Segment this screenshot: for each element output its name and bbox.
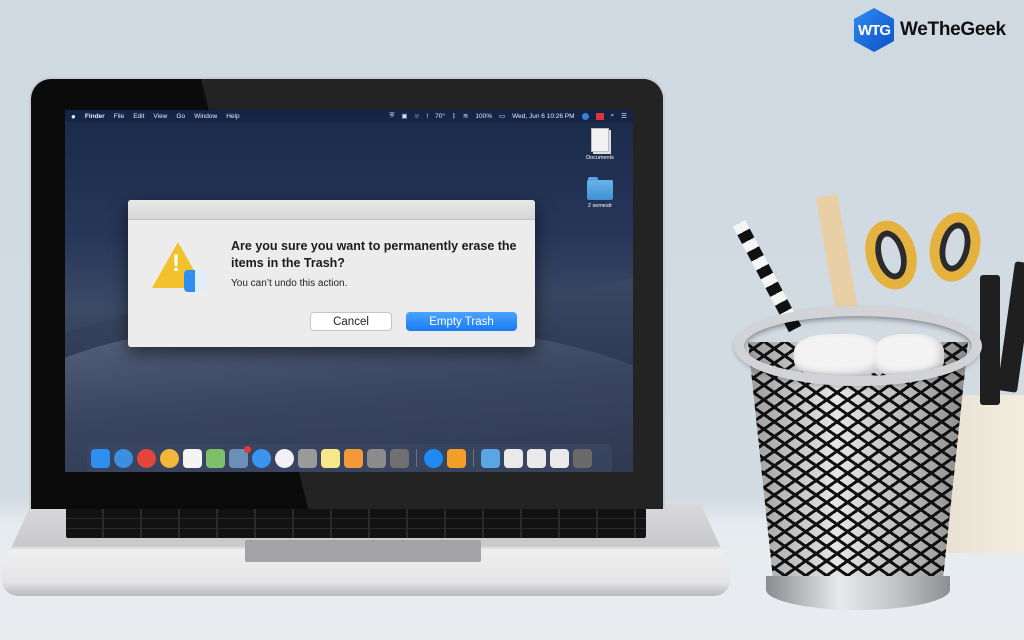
search-icon[interactable]: ⌕ bbox=[611, 112, 615, 120]
temperature-readout[interactable]: 70° bbox=[435, 113, 445, 120]
dock-item-notes[interactable] bbox=[321, 448, 340, 468]
shield-icon[interactable]: ⛨ bbox=[389, 112, 394, 120]
laptop-keyboard bbox=[66, 508, 646, 538]
dialog-titlebar bbox=[128, 200, 535, 220]
dock-item-itunes[interactable] bbox=[275, 448, 294, 468]
desktop-icon-folder[interactable]: 2 semestr bbox=[575, 177, 625, 209]
trash-can-base bbox=[766, 576, 950, 610]
dock-item-pages[interactable] bbox=[344, 448, 363, 468]
dock-item-messages[interactable] bbox=[252, 448, 271, 468]
laptop-lid: ● Finder File Edit View Go Window Help ⛨… bbox=[29, 77, 665, 509]
brand-logo: WTG WeTheGeek bbox=[854, 8, 1006, 52]
empty-trash-button[interactable]: Empty Trash bbox=[406, 312, 517, 331]
menu-bar: ● Finder File Edit View Go Window Help ⛨… bbox=[65, 110, 633, 122]
warning-finder-icon: ! bbox=[152, 242, 208, 294]
dock-item-maps[interactable] bbox=[206, 448, 225, 468]
menu-help[interactable]: Help bbox=[226, 113, 239, 120]
menu-go[interactable]: Go bbox=[176, 113, 185, 120]
flag-icon[interactable] bbox=[595, 112, 604, 120]
menu-app-name[interactable]: Finder bbox=[85, 113, 105, 120]
dock-item-calendar[interactable] bbox=[183, 448, 202, 468]
dialog-message: You can’t undo this action. bbox=[231, 278, 348, 289]
bluetooth-icon[interactable]: ᛒ bbox=[452, 113, 456, 120]
dock-item-safari[interactable] bbox=[114, 448, 133, 468]
list-icon[interactable]: ☰ bbox=[621, 112, 627, 120]
dock-item-app-store[interactable] bbox=[424, 448, 443, 468]
battery-percent[interactable]: 100% bbox=[475, 113, 492, 120]
marker bbox=[997, 261, 1024, 393]
finder-icon bbox=[184, 270, 206, 292]
dock-item-preview[interactable] bbox=[229, 445, 251, 468]
globe-icon[interactable] bbox=[581, 112, 589, 120]
monitor-icon[interactable]: ♅ bbox=[414, 113, 419, 120]
dock-item-document-stack-1[interactable] bbox=[504, 448, 523, 468]
menu-file[interactable]: File bbox=[114, 113, 124, 120]
wooden-ruler bbox=[815, 194, 859, 316]
menu-window[interactable]: Window bbox=[194, 113, 217, 120]
scissors-handle-left bbox=[857, 214, 925, 296]
status-area: ⛨ ▣ ♅ ! 70° ᛒ ≋ 100% ▭ Wed, Jun 6 10:26 … bbox=[389, 112, 627, 120]
dock-item-photos[interactable] bbox=[160, 448, 179, 468]
dock bbox=[87, 444, 612, 472]
clock[interactable]: Wed, Jun 6 10:26 PM bbox=[512, 113, 574, 120]
dock-item-system-preferences[interactable] bbox=[390, 448, 409, 468]
dock-item-finder[interactable] bbox=[91, 448, 110, 468]
notification-badge bbox=[244, 445, 251, 453]
dock-item-downloads-folder[interactable] bbox=[481, 448, 500, 468]
apple-logo-icon[interactable]: ● bbox=[71, 112, 76, 121]
empty-trash-dialog: ! Are you sure you want to permanently e… bbox=[128, 200, 535, 347]
alert-icon[interactable]: ! bbox=[426, 113, 428, 120]
desktop-icon-label: Documents bbox=[586, 155, 614, 161]
document-icon bbox=[591, 128, 609, 152]
trash-can-illustration bbox=[734, 306, 982, 611]
cast-icon[interactable]: ▣ bbox=[401, 112, 407, 120]
dock-separator bbox=[416, 449, 417, 467]
dock-item-home[interactable] bbox=[447, 448, 466, 468]
wethegeek-logo-icon: WTG bbox=[854, 8, 894, 52]
trash-can-rim bbox=[734, 306, 982, 386]
menu-edit[interactable]: Edit bbox=[133, 113, 144, 120]
dock-item-chrome[interactable] bbox=[137, 448, 156, 468]
cancel-button[interactable]: Cancel bbox=[310, 312, 392, 331]
laptop-trackpad bbox=[245, 540, 481, 562]
dock-item-trash[interactable] bbox=[573, 448, 592, 468]
wifi-icon[interactable]: ≋ bbox=[463, 112, 468, 120]
brand-name: WeTheGeek bbox=[900, 19, 1006, 40]
dock-item-document-stack-3[interactable] bbox=[550, 448, 569, 468]
dock-separator bbox=[473, 449, 474, 467]
battery-icon[interactable]: ▭ bbox=[499, 112, 505, 120]
scissors-handle-right bbox=[923, 207, 987, 287]
dialog-title: Are you sure you want to permanently era… bbox=[231, 239, 517, 270]
mac-desktop-screen: ● Finder File Edit View Go Window Help ⛨… bbox=[65, 110, 633, 472]
dock-item-image-capture[interactable] bbox=[367, 448, 386, 468]
desktop-icon-label: 2 semestr bbox=[587, 203, 613, 209]
folder-icon bbox=[587, 177, 613, 200]
dock-item-document-stack-2[interactable] bbox=[527, 448, 546, 468]
dock-item-archive-utility[interactable] bbox=[298, 448, 317, 468]
desktop-icon-documents[interactable]: Documents bbox=[575, 128, 625, 161]
menu-view[interactable]: View bbox=[153, 113, 167, 120]
